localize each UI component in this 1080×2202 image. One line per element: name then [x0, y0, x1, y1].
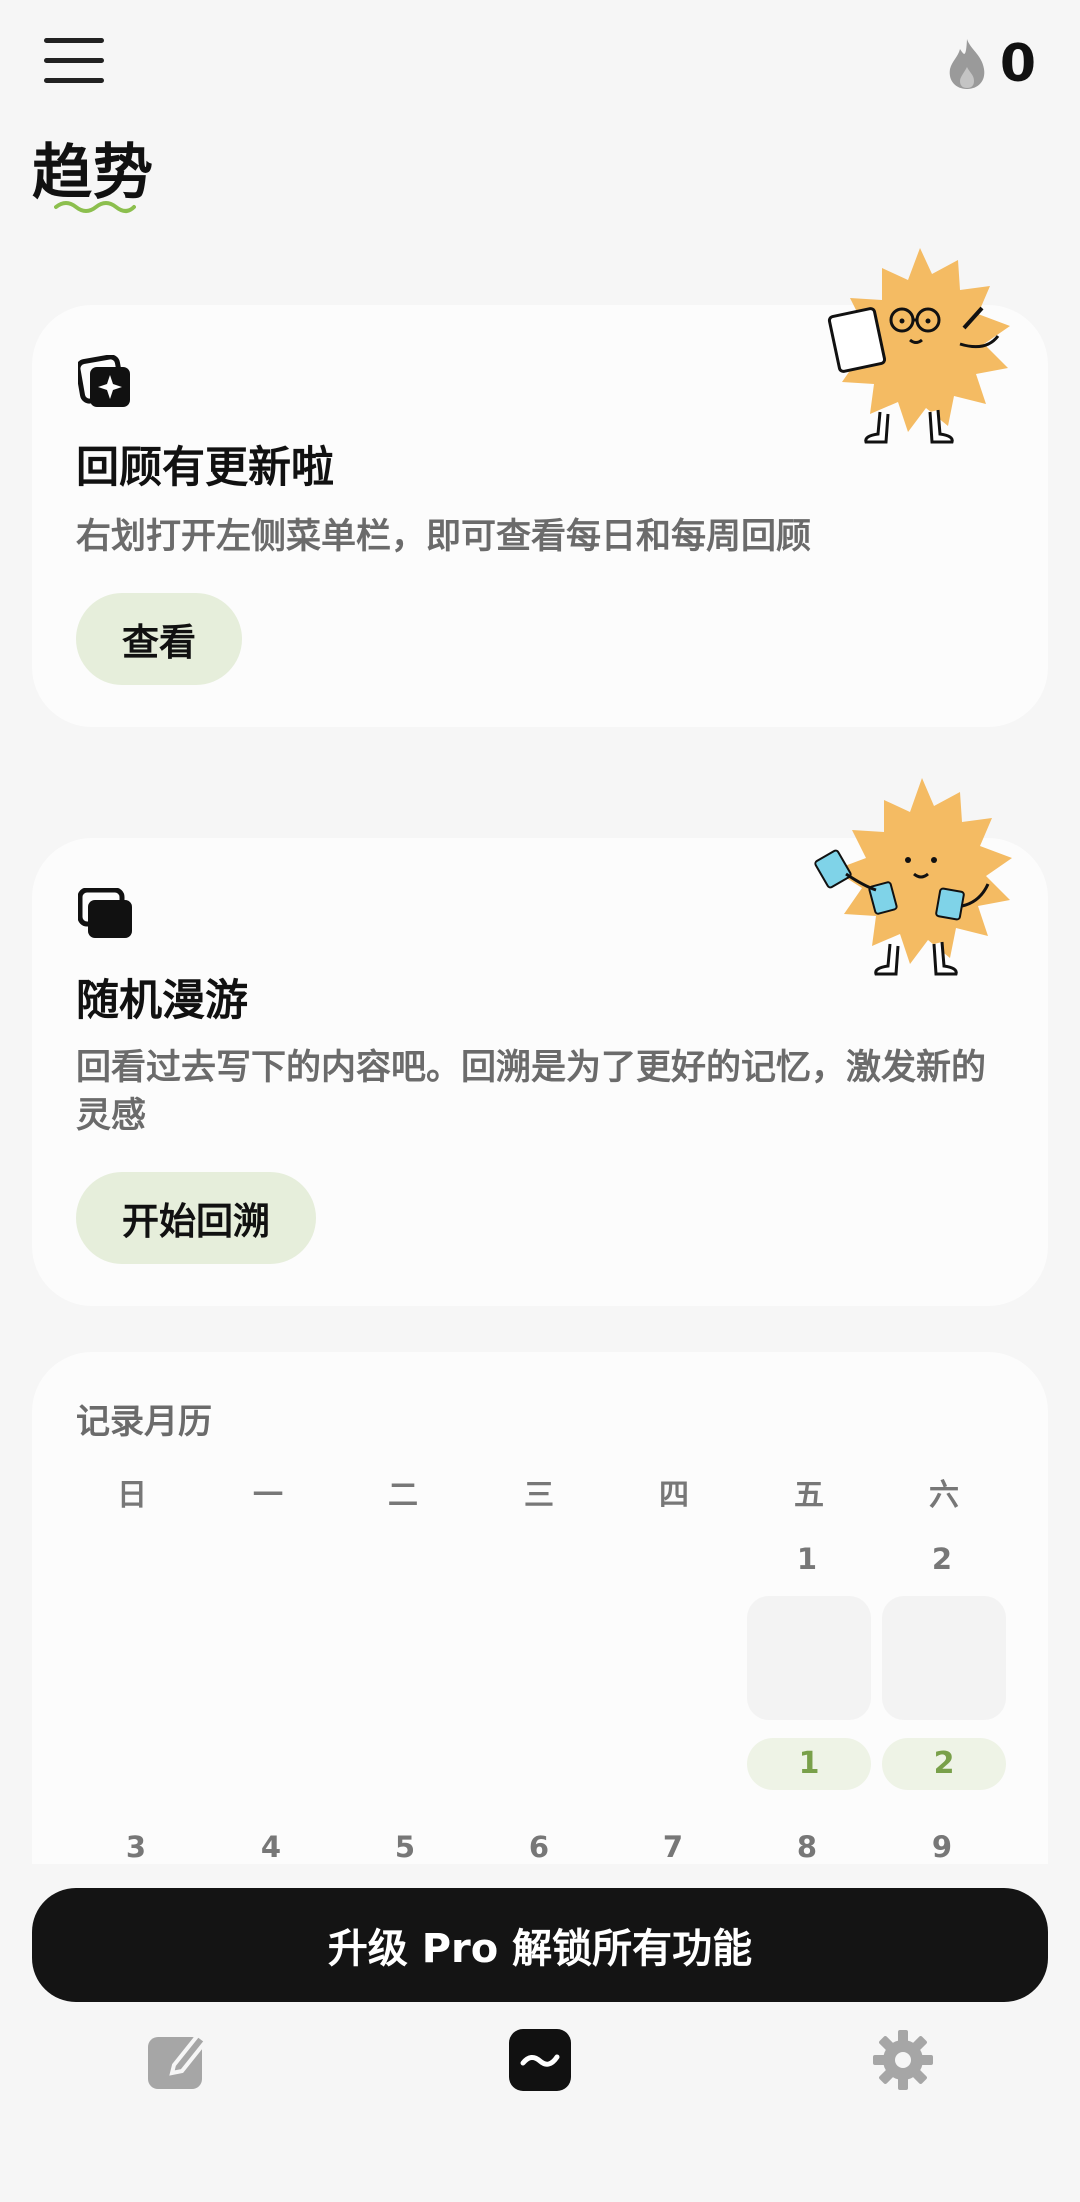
settings-icon — [873, 2030, 933, 2090]
calendar-day-cell[interactable] — [882, 1596, 1006, 1720]
mascot-reading-illustration — [827, 248, 1010, 444]
weekday-tue: 二 — [388, 1478, 418, 1513]
review-card-title: 回顾有更新啦 — [76, 443, 334, 493]
random-card-description: 回看过去写下的内容吧。回溯是为了更好的记忆，激发新的灵感 — [76, 1048, 987, 1136]
view-review-button[interactable]: 查看 — [76, 593, 242, 685]
cards-icon — [78, 888, 132, 938]
calendar-day: 4 — [260, 1830, 282, 1864]
nav-trends[interactable] — [500, 2020, 580, 2100]
nav-compose[interactable] — [137, 2020, 217, 2100]
calendar-day-badge: 1 — [747, 1738, 871, 1790]
calendar-day: 3 — [125, 1830, 147, 1864]
calendar-day: 2 — [931, 1542, 953, 1576]
weekday-mon: 一 — [253, 1478, 283, 1513]
calendar-day-badge: 2 — [882, 1738, 1006, 1790]
calendar-day: 9 — [931, 1830, 953, 1864]
menu-icon[interactable] — [44, 38, 104, 90]
trends-icon — [509, 2029, 571, 2091]
weekday-wed: 三 — [524, 1478, 554, 1513]
weekday-fri: 五 — [794, 1478, 824, 1513]
page-title: 趋势 — [32, 138, 154, 208]
weekday-thu: 四 — [659, 1478, 689, 1513]
mascot-cards-illustration — [814, 778, 1012, 976]
streak-count: 0 — [999, 34, 1036, 94]
start-retrospect-button[interactable]: 开始回溯 — [76, 1172, 316, 1264]
calendar-day: 1 — [796, 1542, 818, 1576]
calendar-day: 5 — [394, 1830, 416, 1864]
review-card-description: 右划打开左侧菜单栏，即可查看每日和每周回顾 — [76, 517, 812, 557]
weekday-sun: 日 — [117, 1478, 147, 1513]
review-icon — [78, 355, 130, 407]
compose-icon — [148, 2032, 209, 2089]
calendar-title: 记录月历 — [76, 1402, 212, 1442]
upgrade-pro-button[interactable]: 升级 Pro 解锁所有功能 — [32, 1888, 1048, 2002]
weekday-sat: 六 — [929, 1478, 959, 1513]
calendar-day: 7 — [662, 1830, 684, 1864]
random-card-title: 随机漫游 — [76, 976, 248, 1026]
nav-settings[interactable] — [863, 2020, 943, 2100]
streak-counter[interactable]: 0 — [946, 36, 1036, 92]
title-underline — [54, 201, 136, 213]
flame-icon — [949, 39, 985, 89]
calendar-day: 8 — [796, 1830, 818, 1864]
calendar-day-cell[interactable] — [747, 1596, 871, 1720]
record-calendar: 记录月历 日 一 二 三 四 五 六 1 2 1 2 3 4 5 6 7 8 9 — [32, 1352, 1048, 1864]
calendar-day: 6 — [528, 1830, 550, 1864]
